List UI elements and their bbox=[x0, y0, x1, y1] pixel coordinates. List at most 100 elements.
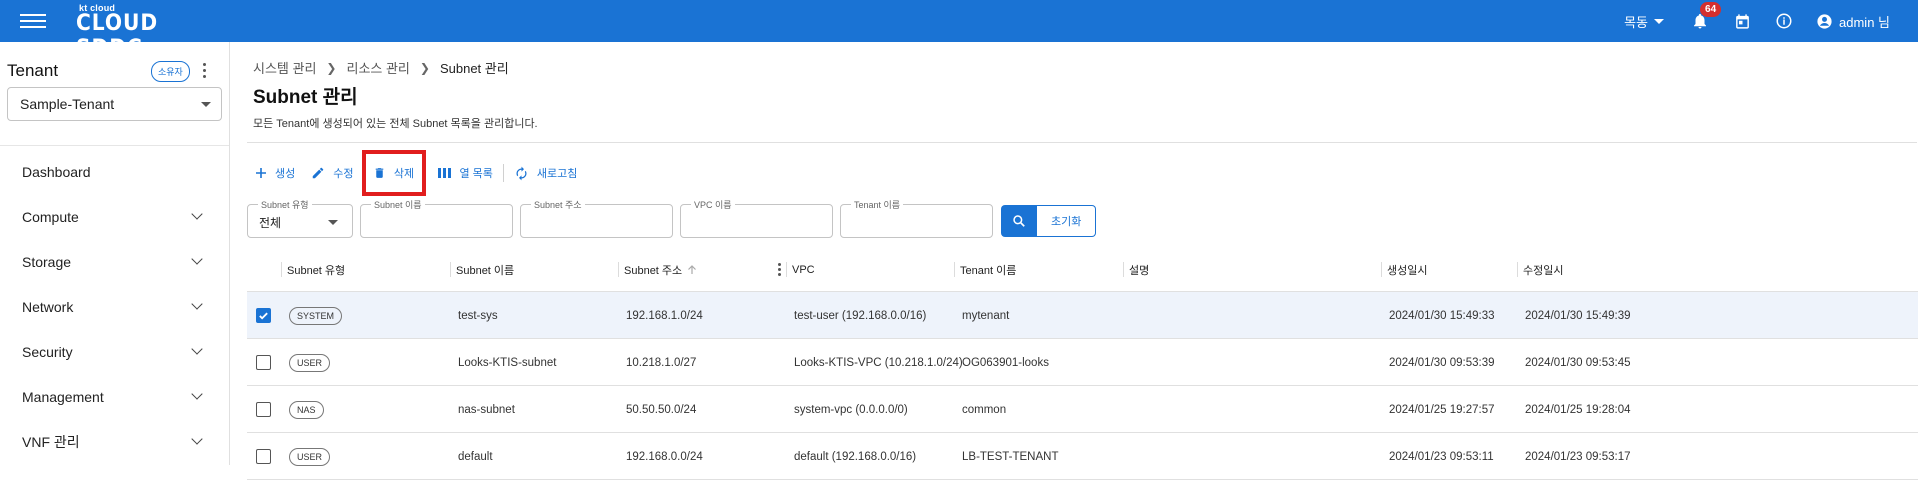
subnet-address-field[interactable]: Subnet 주소 bbox=[520, 198, 673, 238]
subnet-name-cell: Looks-KTIS-subnet bbox=[458, 356, 557, 369]
column-header-type[interactable]: Subnet 유형 bbox=[281, 247, 346, 292]
created-cell: 2024/01/30 15:49:33 bbox=[1389, 309, 1495, 322]
column-header-created[interactable]: 생성일시 bbox=[1381, 247, 1427, 292]
column-header-label: Subnet 이름 bbox=[456, 264, 515, 277]
search-icon bbox=[1013, 215, 1025, 227]
logo[interactable]: kt cloud CLOUD SDDC bbox=[76, 0, 236, 61]
row-checkbox[interactable] bbox=[256, 449, 271, 464]
breadcrumb-item[interactable]: 시스템 관리 bbox=[253, 58, 316, 77]
delete-label: 삭제 bbox=[393, 168, 415, 180]
sidebar-item-network[interactable]: Network bbox=[0, 284, 229, 329]
sidebar-item-storage[interactable]: Storage bbox=[0, 239, 229, 284]
sidebar-item-management[interactable]: Management bbox=[0, 374, 229, 419]
subnet-address-cell: 192.168.0.0/24 bbox=[626, 450, 703, 463]
row-checkbox[interactable] bbox=[256, 308, 271, 323]
sidebar-item-dashboard[interactable]: Dashboard bbox=[0, 149, 229, 194]
account-circle-icon bbox=[1817, 13, 1832, 29]
breadcrumb-item[interactable]: 리소스 관리 bbox=[346, 58, 409, 77]
sidebar-item-compute[interactable]: Compute bbox=[0, 194, 229, 239]
subnet-type-chip: NAS bbox=[289, 400, 324, 419]
column-header-label: VPC bbox=[792, 263, 815, 276]
table-row[interactable]: SYSTEM test-sys 192.168.1.0/24 test-user… bbox=[247, 292, 1918, 339]
sidebar-item-vnf[interactable]: VNF 관리 bbox=[0, 419, 229, 464]
edit-button[interactable]: 수정 bbox=[303, 157, 361, 189]
plus-icon bbox=[256, 168, 266, 178]
column-header-label: Tenant 이름 bbox=[960, 264, 1017, 277]
subnet-name-label: Subnet 이름 bbox=[371, 198, 425, 211]
table-row[interactable]: USER default 192.168.0.0/24 default (192… bbox=[247, 433, 1918, 480]
sidebar-item-label: Compute bbox=[22, 208, 79, 225]
column-list-button[interactable]: 열 목록 bbox=[430, 157, 501, 189]
sort-arrow-up-icon[interactable] bbox=[687, 264, 697, 275]
tenant-name-field[interactable]: Tenant 이름 bbox=[840, 198, 993, 238]
reset-button[interactable]: 초기화 bbox=[1037, 205, 1097, 237]
delete-button[interactable]: 삭제 bbox=[361, 150, 426, 196]
divider bbox=[247, 142, 1917, 143]
column-header-address[interactable]: Subnet 주소 bbox=[618, 247, 697, 292]
table-row[interactable]: NAS nas-subnet 50.50.50.0/24 system-vpc … bbox=[247, 386, 1918, 433]
tenant-cell: common bbox=[962, 403, 1007, 416]
page-title: Subnet 관리 bbox=[253, 87, 358, 108]
column-list-label: 열 목록 bbox=[459, 168, 493, 180]
created-cell: 2024/01/30 09:53:39 bbox=[1389, 356, 1495, 369]
region-selector[interactable]: 목동 bbox=[1624, 12, 1665, 31]
row-checkbox[interactable] bbox=[256, 402, 271, 417]
sidebar-item-security[interactable]: Security bbox=[0, 329, 229, 374]
subnet-type-select[interactable]: Subnet 유형 전체 bbox=[247, 198, 353, 238]
subnet-name-field[interactable]: Subnet 이름 bbox=[360, 198, 513, 238]
table-row[interactable]: USER Looks-KTIS-subnet 10.218.1.0/27 Loo… bbox=[247, 339, 1918, 386]
chevron-down-icon bbox=[191, 253, 203, 265]
notification-bell-icon[interactable]: 64 bbox=[1690, 2, 1722, 31]
tenant-title: Tenant bbox=[7, 61, 59, 80]
modified-cell: 2024/01/30 09:53:45 bbox=[1525, 356, 1631, 369]
breadcrumb: 시스템 관리 ❯ 리소스 관리 ❯ Subnet 관리 bbox=[253, 58, 509, 77]
columns-icon bbox=[437, 168, 451, 178]
user-menu[interactable]: admin 님 bbox=[1816, 12, 1890, 31]
hamburger-menu-icon[interactable] bbox=[20, 11, 46, 31]
refresh-icon bbox=[516, 166, 527, 180]
subnet-address-cell: 10.218.1.0/27 bbox=[626, 356, 697, 369]
row-checkbox[interactable] bbox=[256, 355, 271, 370]
search-button[interactable] bbox=[1001, 205, 1037, 237]
sidebar-item-label: Dashboard bbox=[22, 163, 91, 180]
caret-down-icon bbox=[201, 102, 211, 107]
main-content: 시스템 관리 ❯ 리소스 관리 ❯ Subnet 관리 Subnet 관리 모든… bbox=[231, 42, 1918, 480]
subnet-address-label: Subnet 주소 bbox=[531, 198, 585, 211]
subnet-address-cell: 192.168.1.0/24 bbox=[626, 309, 703, 322]
vpc-name-field[interactable]: VPC 이름 bbox=[680, 198, 833, 238]
info-icon[interactable] bbox=[1774, 11, 1794, 31]
chevron-right-icon: ❯ bbox=[326, 60, 337, 75]
calendar-icon[interactable] bbox=[1732, 11, 1752, 31]
sidebar-item-label: VNF 관리 bbox=[22, 433, 80, 450]
column-header-label: Subnet 유형 bbox=[287, 264, 346, 277]
column-header-name[interactable]: Subnet 이름 bbox=[450, 247, 515, 292]
tenant-select-value: Sample-Tenant bbox=[20, 96, 115, 112]
tenant-cell: OG063901-looks bbox=[962, 356, 1049, 369]
tenant-select[interactable]: Sample-Tenant bbox=[7, 87, 222, 121]
region-label: 목동 bbox=[1624, 14, 1649, 30]
column-header-tenant[interactable]: Tenant 이름 bbox=[954, 247, 1017, 292]
edit-label: 수정 bbox=[333, 168, 354, 180]
vpc-name-label: VPC 이름 bbox=[691, 198, 735, 211]
column-header-description[interactable]: 설명 bbox=[1123, 247, 1149, 292]
sidebar-item-label: Network bbox=[22, 298, 74, 315]
more-vert-icon[interactable] bbox=[203, 63, 206, 78]
caret-down-icon bbox=[328, 220, 338, 225]
column-header-vpc[interactable]: VPC bbox=[786, 247, 815, 292]
table-header: Subnet 유형 Subnet 이름 Subnet 주소 VPC Tenant… bbox=[247, 247, 1918, 292]
refresh-button[interactable]: 새로고침 bbox=[506, 157, 585, 189]
subnet-type-chip: USER bbox=[289, 353, 331, 372]
subnet-name-cell: test-sys bbox=[458, 309, 498, 322]
modified-cell: 2024/01/23 09:53:17 bbox=[1525, 450, 1631, 463]
refresh-label: 새로고침 bbox=[536, 168, 578, 180]
column-header-label: 수정일시 bbox=[1523, 264, 1564, 277]
check-icon bbox=[259, 312, 268, 320]
column-header-label: Subnet 주소 bbox=[624, 264, 683, 277]
modified-cell: 2024/01/30 15:49:39 bbox=[1525, 309, 1631, 322]
column-header-modified[interactable]: 수정일시 bbox=[1517, 247, 1564, 292]
subnet-table: Subnet 유형 Subnet 이름 Subnet 주소 VPC Tenant… bbox=[247, 247, 1918, 480]
column-menu-icon[interactable] bbox=[778, 247, 781, 292]
sidebar-nav: Dashboard Compute Storage Network Securi… bbox=[0, 145, 229, 464]
create-button[interactable]: 생성 bbox=[247, 157, 303, 189]
toolbar-divider bbox=[502, 164, 504, 182]
